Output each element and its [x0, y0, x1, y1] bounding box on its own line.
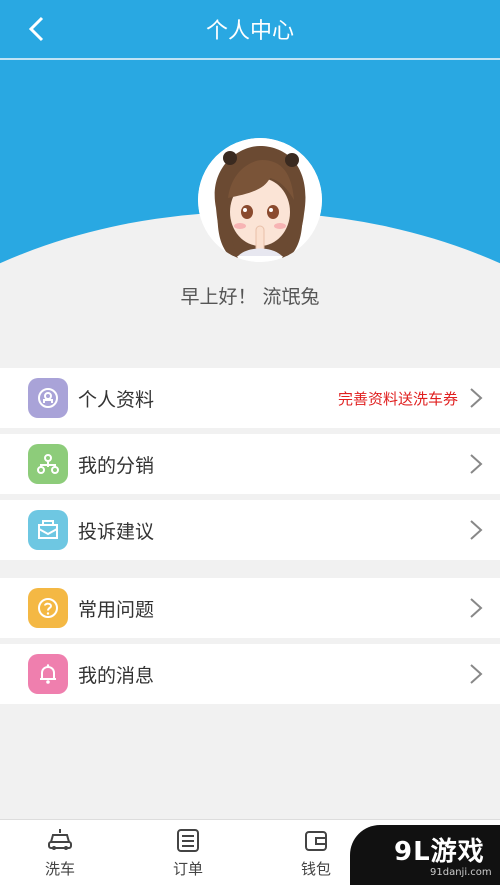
tab-label-wash: 洗车 [44, 860, 75, 878]
user-icon [28, 378, 68, 418]
watermark-url: 91danji.com [430, 867, 492, 878]
envelope-icon [28, 510, 68, 550]
bell-icon [28, 654, 68, 694]
menu-item-faq[interactable]: 常用问题 [0, 578, 500, 638]
menu-label-profile: 个人资料 [78, 388, 155, 411]
chevron-right-icon [470, 454, 483, 474]
avatar[interactable] [198, 138, 322, 262]
greeting-text: 早上好！ 流氓兔 [180, 286, 320, 308]
page-title: 个人中心 [205, 19, 294, 44]
avatar-image [198, 138, 322, 262]
profile-promo-text: 完善资料送洗车券 [337, 389, 458, 408]
menu-label-messages: 我的消息 [78, 664, 155, 687]
tab-wallet[interactable]: 钱包 [276, 826, 356, 879]
chevron-right-icon [470, 388, 483, 408]
top-bar: 个人中心 [0, 0, 500, 58]
tab-wash[interactable]: 洗车 [20, 826, 100, 879]
menu-group-help: 常用问题 我的消息 [0, 578, 500, 710]
menu-item-messages[interactable]: 我的消息 [0, 644, 500, 704]
bottom-tab-bar: 洗车 订单 钱包 9L游戏 91danji.com [0, 819, 500, 885]
share-tree-icon [28, 444, 68, 484]
chevron-right-icon [470, 664, 483, 684]
menu-group-account: 个人资料 完善资料送洗车券 我的分销 投诉建议 [0, 368, 500, 566]
menu-item-profile[interactable]: 个人资料 完善资料送洗车券 [0, 368, 500, 428]
wallet-icon [305, 831, 327, 851]
tab-orders[interactable]: 订单 [148, 826, 228, 879]
chevron-right-icon [470, 598, 483, 618]
car-icon [48, 829, 72, 850]
list-icon [177, 829, 199, 852]
site-watermark: 9L游戏 91danji.com [350, 825, 500, 885]
watermark-logo-text: 9L游戏 [394, 837, 485, 867]
chevron-right-icon [470, 520, 483, 540]
question-icon [28, 588, 68, 628]
menu-label-distribution: 我的分销 [78, 454, 155, 477]
menu-label-faq: 常用问题 [78, 598, 155, 621]
chevron-left-icon [28, 16, 44, 42]
menu-item-feedback[interactable]: 投诉建议 [0, 500, 500, 560]
tab-label-wallet: 钱包 [300, 860, 331, 878]
tab-label-orders: 订单 [172, 860, 203, 878]
menu-item-distribution[interactable]: 我的分销 [0, 434, 500, 494]
back-button[interactable] [22, 14, 50, 44]
menu-label-feedback: 投诉建议 [78, 520, 155, 543]
